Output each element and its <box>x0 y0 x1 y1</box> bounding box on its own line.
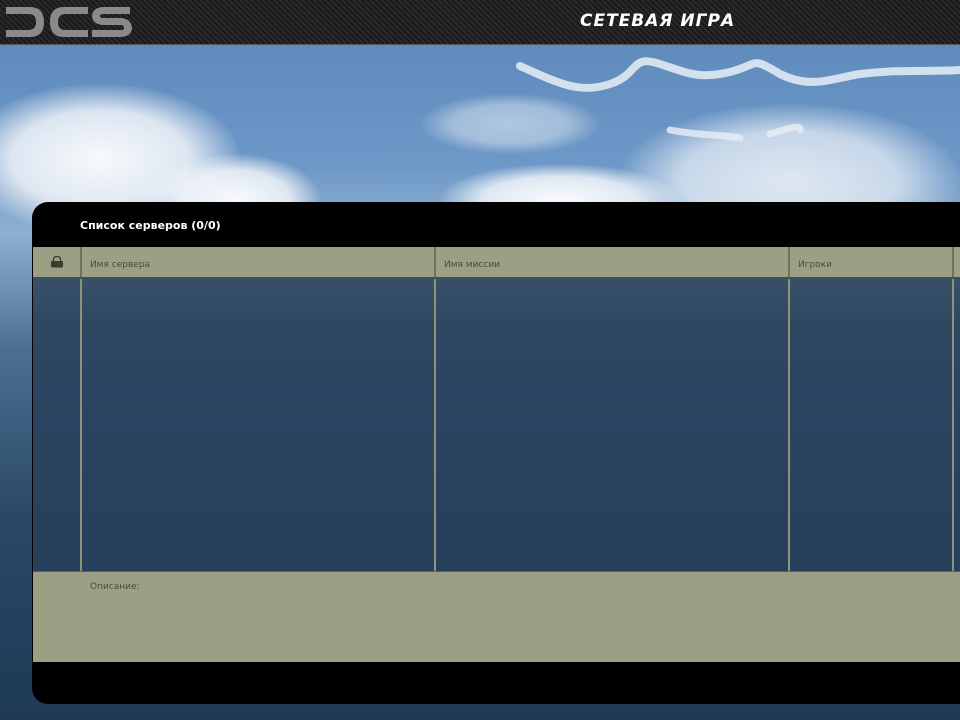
server-table-header: Имя сервера Имя миссии Игроки <box>33 247 960 277</box>
column-header-extra[interactable] <box>952 247 960 277</box>
server-table-body[interactable] <box>33 277 960 571</box>
lock-icon <box>51 256 63 268</box>
description-panel: Описание: <box>33 571 960 662</box>
description-label: Описание: <box>90 582 140 592</box>
page-title: СЕТЕВАЯ ИГРА <box>580 11 736 31</box>
column-divider <box>434 279 436 571</box>
column-divider <box>788 279 790 571</box>
server-list-title: Список серверов (0/0) <box>80 219 221 232</box>
column-divider <box>952 279 954 571</box>
top-bar: СЕТЕВАЯ ИГРА <box>0 0 960 45</box>
column-header-lock[interactable] <box>33 247 81 277</box>
column-header-mission-name[interactable]: Имя миссии <box>434 247 788 277</box>
server-list-panel: Список серверов (0/0) Имя сервера Имя ми… <box>32 202 960 704</box>
column-divider <box>80 279 82 571</box>
contrail <box>516 57 960 142</box>
column-header-players[interactable]: Игроки <box>788 247 952 277</box>
column-header-server-name[interactable]: Имя сервера <box>80 247 434 277</box>
dcs-logo <box>6 7 132 37</box>
